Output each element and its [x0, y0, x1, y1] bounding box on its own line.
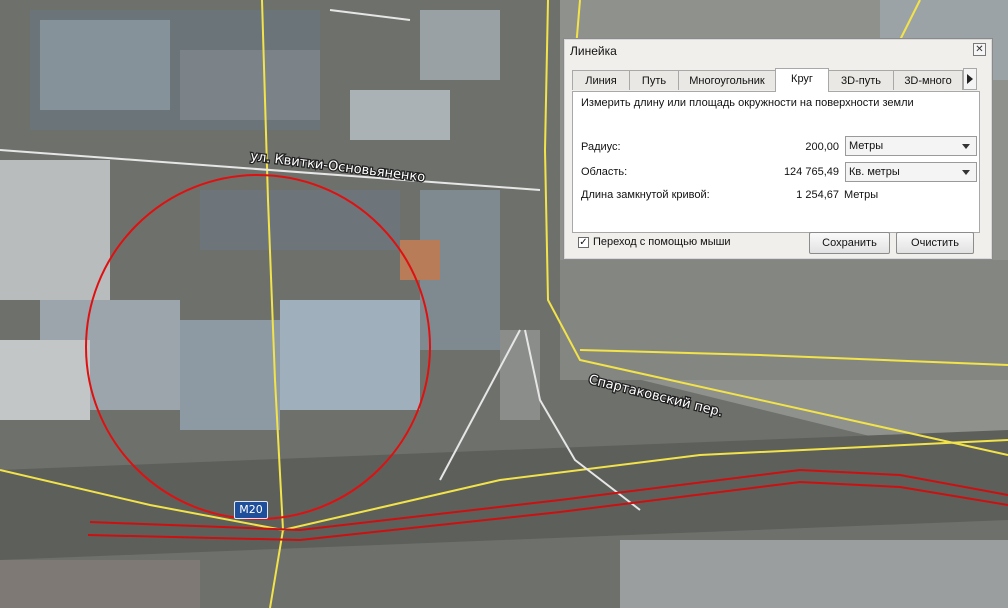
chevron-right-icon: [967, 74, 973, 84]
dialog-title: Линейка: [570, 44, 617, 58]
mouse-nav-label[interactable]: Переход с помощью мыши: [593, 236, 731, 248]
tab-circle[interactable]: Круг: [775, 68, 829, 92]
area-unit-select[interactable]: Кв. метры: [845, 162, 977, 182]
panel-description: Измерить длину или площадь окружности на…: [581, 97, 914, 109]
radius-value: 200,00: [805, 141, 839, 153]
circumference-value: 1 254,67: [796, 189, 839, 201]
tab-3d-polygon[interactable]: 3D-много: [893, 70, 963, 90]
radius-unit-value: Метры: [849, 140, 884, 152]
circumference-label: Длина замкнутой кривой:: [581, 189, 710, 201]
save-button[interactable]: Сохранить: [809, 232, 890, 254]
circle-panel: Измерить длину или площадь окружности на…: [572, 91, 980, 233]
tabs-scroll-right-button[interactable]: [963, 68, 977, 90]
ruler-dialog: Линейка ✕ Линия Путь Многоугольник Круг …: [563, 38, 993, 260]
ruler-tabs: Линия Путь Многоугольник Круг 3D-путь 3D…: [572, 68, 980, 92]
clear-button[interactable]: Очистить: [896, 232, 974, 254]
area-label: Область:: [581, 166, 628, 178]
mouse-nav-checkbox[interactable]: ✓: [578, 237, 589, 248]
route-shield: М20: [234, 501, 268, 519]
chevron-down-icon: [962, 170, 970, 175]
circumference-unit: Метры: [844, 189, 879, 201]
tab-polygon[interactable]: Многоугольник: [678, 70, 776, 90]
radius-unit-select[interactable]: Метры: [845, 136, 977, 156]
close-icon[interactable]: ✕: [973, 43, 986, 56]
area-unit-value: Кв. метры: [849, 166, 900, 178]
chevron-down-icon: [962, 144, 970, 149]
tab-line[interactable]: Линия: [572, 70, 630, 90]
tab-path[interactable]: Путь: [629, 70, 679, 90]
area-value: 124 765,49: [783, 166, 839, 178]
tab-3d-path[interactable]: 3D-путь: [828, 70, 894, 90]
radius-label: Радиус:: [581, 141, 621, 153]
